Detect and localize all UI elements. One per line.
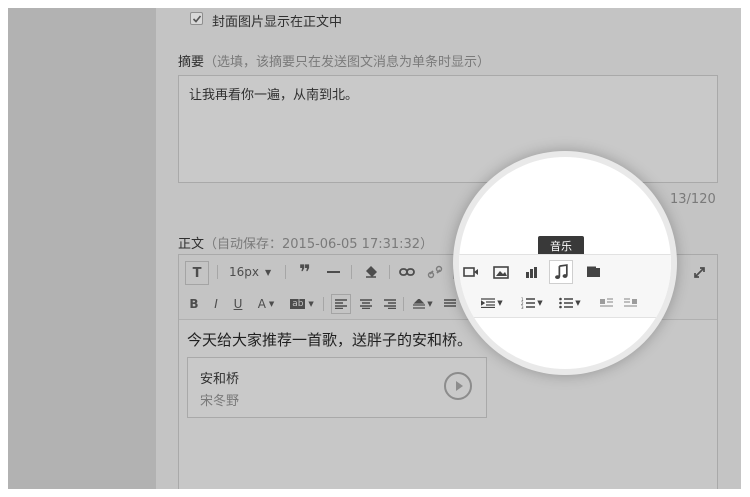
lens-video-icon[interactable] [459, 263, 483, 281]
lens-unordered-list-icon[interactable]: ▼ [555, 294, 585, 312]
align-center-icon[interactable] [357, 295, 375, 313]
lens-ordered-list-icon[interactable]: 1 2 3 ▼ [517, 294, 547, 312]
summary-textarea[interactable]: 让我再看你一遍，从南到北。 [178, 75, 718, 183]
bold-icon[interactable]: B [187, 296, 201, 312]
unlink-icon[interactable] [425, 263, 445, 281]
lens-toolbar-row-2: ▼ 1 2 3 ▼ ▼ [459, 288, 671, 318]
body-content-text: 今天给大家推荐一首歌，送胖子的安和桥。 [187, 331, 473, 349]
summary-hint: （选填，该摘要只在发送图文消息为单条时显示） [204, 55, 491, 70]
summary-char-counter: 13/120 [670, 192, 716, 207]
music-card-artist: 宋冬野 [200, 394, 240, 409]
background-color-icon[interactable]: ab ▼ [287, 296, 317, 312]
magnifier-lens: 音乐 ▼ 1 2 3 ▼ ▼ [459, 157, 671, 369]
music-tooltip: 音乐 [538, 236, 584, 261]
play-icon[interactable] [444, 372, 472, 400]
body-label: 正文 [178, 237, 205, 252]
lens-float-right-icon[interactable] [621, 294, 639, 312]
lens-vote-chart-icon[interactable] [519, 263, 543, 281]
link-icon[interactable] [397, 263, 417, 281]
align-left-icon[interactable] [331, 294, 351, 314]
left-sidebar [8, 8, 156, 489]
summary-label: 摘要 [178, 55, 205, 70]
fullscreen-icon[interactable] [689, 263, 709, 281]
svg-text:3: 3 [521, 305, 524, 309]
lens-toolbar-row-1 [459, 254, 671, 289]
music-card-title: 安和桥 [200, 372, 240, 387]
lens-music-icon[interactable] [549, 260, 573, 284]
text-format-icon[interactable]: T [185, 261, 209, 285]
underline-icon[interactable]: U [231, 296, 245, 312]
autosave-status: （自动保存：2015-06-05 17:31:32） [204, 237, 434, 252]
summary-text: 让我再看你一遍，从南到北。 [189, 88, 359, 103]
blockquote-icon[interactable]: ❞ [295, 260, 315, 284]
lens-float-left-icon[interactable] [597, 294, 615, 312]
cover-show-label: 封面图片显示在正文中 [212, 15, 343, 30]
font-size-value: 16px [229, 265, 259, 279]
font-size-dropdown[interactable]: 16px ▼ [229, 264, 271, 280]
lens-card-icon[interactable] [581, 263, 605, 281]
align-right-icon[interactable] [381, 295, 399, 313]
cover-show-checkbox[interactable] [190, 12, 203, 25]
music-card[interactable]: 安和桥 宋冬野 [187, 357, 487, 418]
horizontal-rule-icon[interactable] [323, 263, 343, 281]
line-height-icon[interactable]: ▼ [409, 295, 437, 313]
paragraph-spacing-icon[interactable] [441, 295, 459, 313]
chevron-down-icon: ▼ [265, 267, 272, 277]
font-color-icon[interactable]: A ▼ [255, 296, 277, 312]
eraser-icon[interactable] [361, 263, 381, 281]
lens-indent-icon[interactable]: ▼ [477, 294, 507, 312]
italic-icon[interactable]: I [209, 296, 223, 312]
lens-image-icon[interactable] [489, 263, 513, 281]
